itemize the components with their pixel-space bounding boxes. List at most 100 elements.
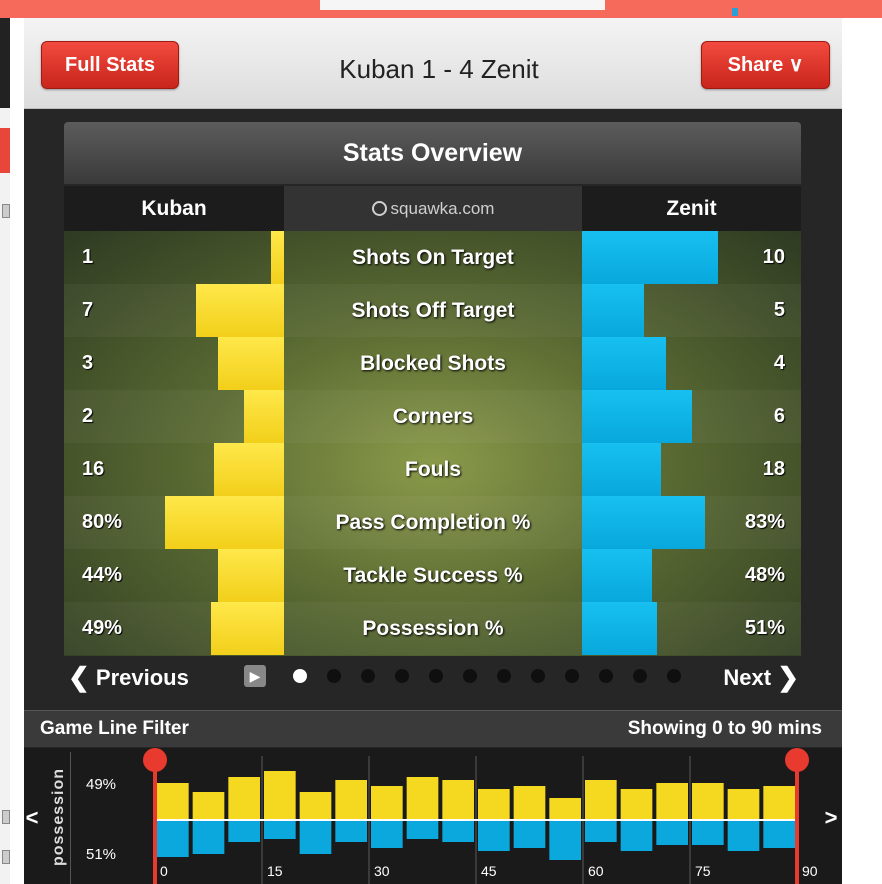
stat-row: 44% Tackle Success % 48% [64,549,801,602]
stat-row: 80% Pass Completion % 83% [64,496,801,549]
home-possession-bar [228,777,260,819]
page-dot[interactable] [463,669,477,683]
away-possession-bar [406,821,439,839]
squawka-logo-icon [371,201,387,216]
timeline-chart[interactable]: 0 15 30 45 60 75 90 [24,748,842,884]
home-stat-bar [244,390,284,443]
home-stat-bar [214,443,284,496]
home-stat-bar [196,284,284,337]
stat-row: 1 Shots On Target 10 [64,231,801,284]
home-stat-value: 3 [82,352,94,374]
timeline-tick-label: 75 [695,863,711,879]
left-edge-dark-block [0,18,10,108]
away-stat-value: 5 [773,299,785,321]
team-header-row: Kuban squawka.com Zenit [64,186,801,231]
away-stat-bar [582,549,652,602]
brand-label: squawka.com [284,186,582,231]
stat-label: Shots Off Target [351,299,515,322]
away-possession-bar [656,821,688,845]
page-dot[interactable] [293,669,307,683]
indicator-dot [732,8,738,16]
stat-row: 3 Blocked Shots 4 [64,337,801,390]
home-stat-bar [165,496,284,549]
page-dot[interactable] [565,669,579,683]
scroll-handle[interactable] [2,810,10,824]
away-stat-value: 10 [762,246,785,268]
stat-label: Pass Completion % [335,511,531,534]
home-stat-bar [218,549,284,602]
away-stat-value: 4 [773,352,785,374]
away-stat-bar [582,496,705,549]
away-possession-bar [335,821,367,842]
share-button[interactable]: Share ∨ [701,41,830,89]
home-possession-bar [406,777,439,819]
panel-title: Stats Overview [64,122,801,184]
stat-row: 49% Possession % 51% [64,602,801,655]
home-possession-bar [549,798,581,819]
next-label: Next [723,665,772,690]
home-stat-value: 7 [82,299,94,321]
timeline-tick-label: 30 [374,863,390,879]
timeline-right-arrow[interactable]: > [820,778,842,858]
range-handle-icon [785,748,809,772]
browser-tab [320,0,605,10]
home-stat-value: 16 [82,458,105,480]
away-stat-value: 6 [773,405,785,427]
page-dot[interactable] [531,669,545,683]
away-stat-bar [582,231,718,284]
full-stats-button[interactable]: Full Stats [41,41,179,89]
pager: ❮ Previous ▶ Next ❯ [64,656,801,696]
away-stat-value: 48% [744,564,785,586]
game-timeline: 0 15 30 45 60 75 90 < > possession 49% 51% [24,748,842,884]
home-stat-bar [271,231,284,284]
home-possession-bar [692,783,724,819]
scroll-handle[interactable] [2,850,10,864]
home-stat-value: 44% [82,564,123,586]
play-icon: ▶ [249,668,261,684]
page-dot[interactable] [327,669,341,683]
home-possession-bar [157,783,189,819]
widget-header: Full Stats Kuban 1 - 4 Zenit Share ∨ [24,18,842,109]
away-possession-bar [692,821,724,845]
next-button[interactable]: Next ❯ [723,660,799,694]
home-possession-bar [442,780,474,819]
stat-label: Blocked Shots [360,352,506,375]
home-possession-bar [371,786,403,819]
page-dot[interactable] [667,669,681,683]
home-possession-bar [264,771,296,819]
page-dot[interactable] [599,669,613,683]
page-dot[interactable] [429,669,443,683]
away-stat-value: 18 [762,458,785,480]
away-possession-bar [299,821,332,854]
page-dot[interactable] [633,669,647,683]
possession-axis-label: possession [44,752,71,884]
away-stat-bar [582,284,644,337]
stat-row: 16 Fouls 18 [64,443,801,496]
home-team-name: Kuban [141,197,207,220]
page-dot[interactable] [497,669,511,683]
home-possession-bar [620,789,653,819]
previous-button[interactable]: ❮ Previous [68,660,189,694]
page-dot[interactable] [361,669,375,683]
home-stat-value: 49% [82,617,123,639]
home-possession-bar [335,780,367,819]
stats-overview-panel: Stats Overview Kuban squawka.com Zenit 1… [64,122,801,762]
game-line-filter-bar: Game Line Filter Showing 0 to 90 mins [24,710,842,747]
away-possession-bar [228,821,260,842]
home-stat-value: 80% [82,511,123,533]
home-possession-bar [478,789,510,819]
away-possession-bar [620,821,653,851]
page-dot[interactable] [395,669,409,683]
scroll-handle[interactable] [2,204,10,218]
away-stat-bar [582,443,661,496]
away-team-name: Zenit [666,197,717,220]
away-stat-bar [582,337,666,390]
away-possession-bar [727,821,760,851]
timeline-left-arrow[interactable]: < [24,778,40,858]
away-stat-value: 51% [744,617,785,639]
home-possession-bar [585,780,617,819]
stats-widget: Full Stats Kuban 1 - 4 Zenit Share ∨ Sta… [24,18,842,884]
filter-label: Game Line Filter [40,718,189,739]
play-button[interactable]: ▶ [244,665,266,687]
stat-row: 7 Shots Off Target 5 [64,284,801,337]
